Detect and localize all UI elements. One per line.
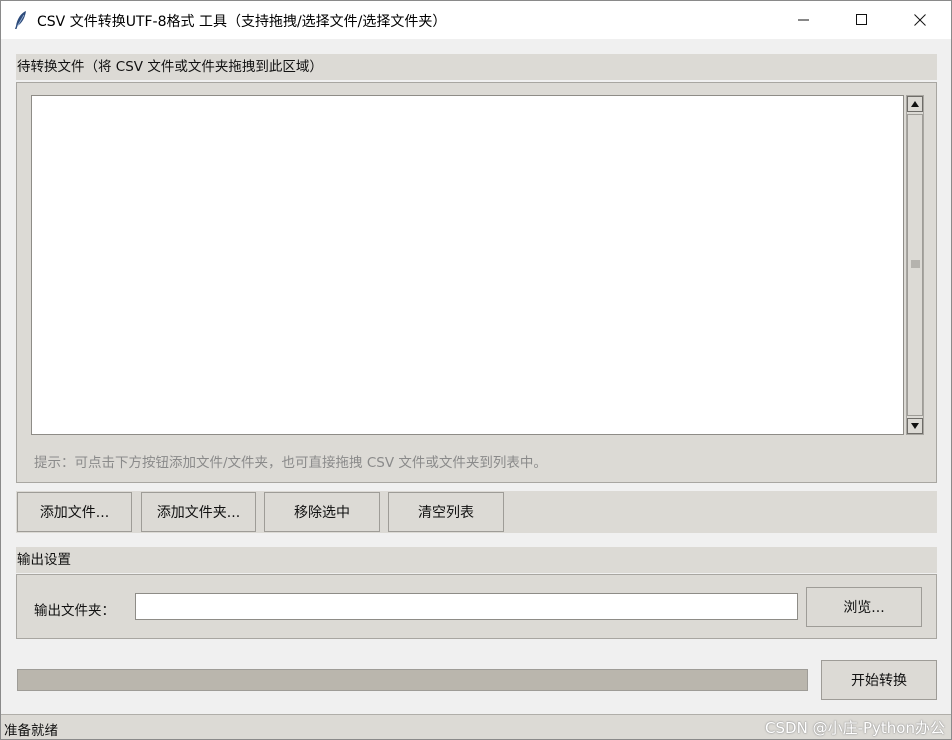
remove-selected-button[interactable]: 移除选中: [264, 492, 380, 532]
output-section-label: 输出设置: [16, 547, 937, 573]
feather-icon: [15, 11, 26, 29]
scroll-up-button[interactable]: [907, 96, 923, 112]
title-bar[interactable]: CSV 文件转换UTF-8格式 工具（支持拖拽/选择文件/选择文件夹）: [1, 1, 951, 39]
minimize-button[interactable]: [775, 1, 833, 39]
output-folder-input[interactable]: [135, 593, 798, 620]
watermark: CSDN @小庄-Python办公: [765, 719, 945, 737]
files-group: 提示：可点击下方按钮添加文件/文件夹，也可直接拖拽 CSV 文件或文件夹到列表中…: [16, 82, 937, 483]
add-folder-button[interactable]: 添加文件夹...: [141, 492, 256, 532]
close-button[interactable]: [891, 1, 949, 39]
grip-icon: [911, 260, 920, 268]
status-bar: 准备就绪 CSDN @小庄-Python办公: [1, 714, 951, 739]
clear-list-button[interactable]: 清空列表: [388, 492, 504, 532]
file-list-scrollbar[interactable]: [906, 95, 924, 435]
arrow-up-icon: [911, 101, 919, 107]
start-convert-button[interactable]: 开始转换: [821, 660, 937, 700]
output-folder-label: 输出文件夹：: [34, 603, 115, 619]
output-group: 输出文件夹： 浏览...: [16, 574, 937, 639]
status-text: 准备就绪: [4, 723, 58, 739]
drag-hint-text: 提示：可点击下方按钮添加文件/文件夹，也可直接拖拽 CSV 文件或文件夹到列表中…: [34, 455, 547, 471]
file-listbox[interactable]: [31, 95, 904, 435]
add-files-button[interactable]: 添加文件...: [17, 492, 132, 532]
browse-button[interactable]: 浏览...: [806, 587, 922, 627]
maximize-icon: [856, 14, 867, 25]
arrow-down-icon: [911, 423, 919, 429]
app-window: CSV 文件转换UTF-8格式 工具（支持拖拽/选择文件/选择文件夹） 待转换文…: [0, 0, 952, 740]
close-icon: [914, 14, 926, 26]
progress-bar: [17, 669, 808, 691]
scroll-thumb[interactable]: [907, 114, 923, 416]
scroll-down-button[interactable]: [907, 418, 923, 434]
maximize-button[interactable]: [833, 1, 891, 39]
window-title: CSV 文件转换UTF-8格式 工具（支持拖拽/选择文件/选择文件夹）: [37, 14, 447, 30]
files-section-label: 待转换文件（将 CSV 文件或文件夹拖拽到此区域）: [16, 54, 937, 80]
minimize-icon: [798, 19, 809, 21]
